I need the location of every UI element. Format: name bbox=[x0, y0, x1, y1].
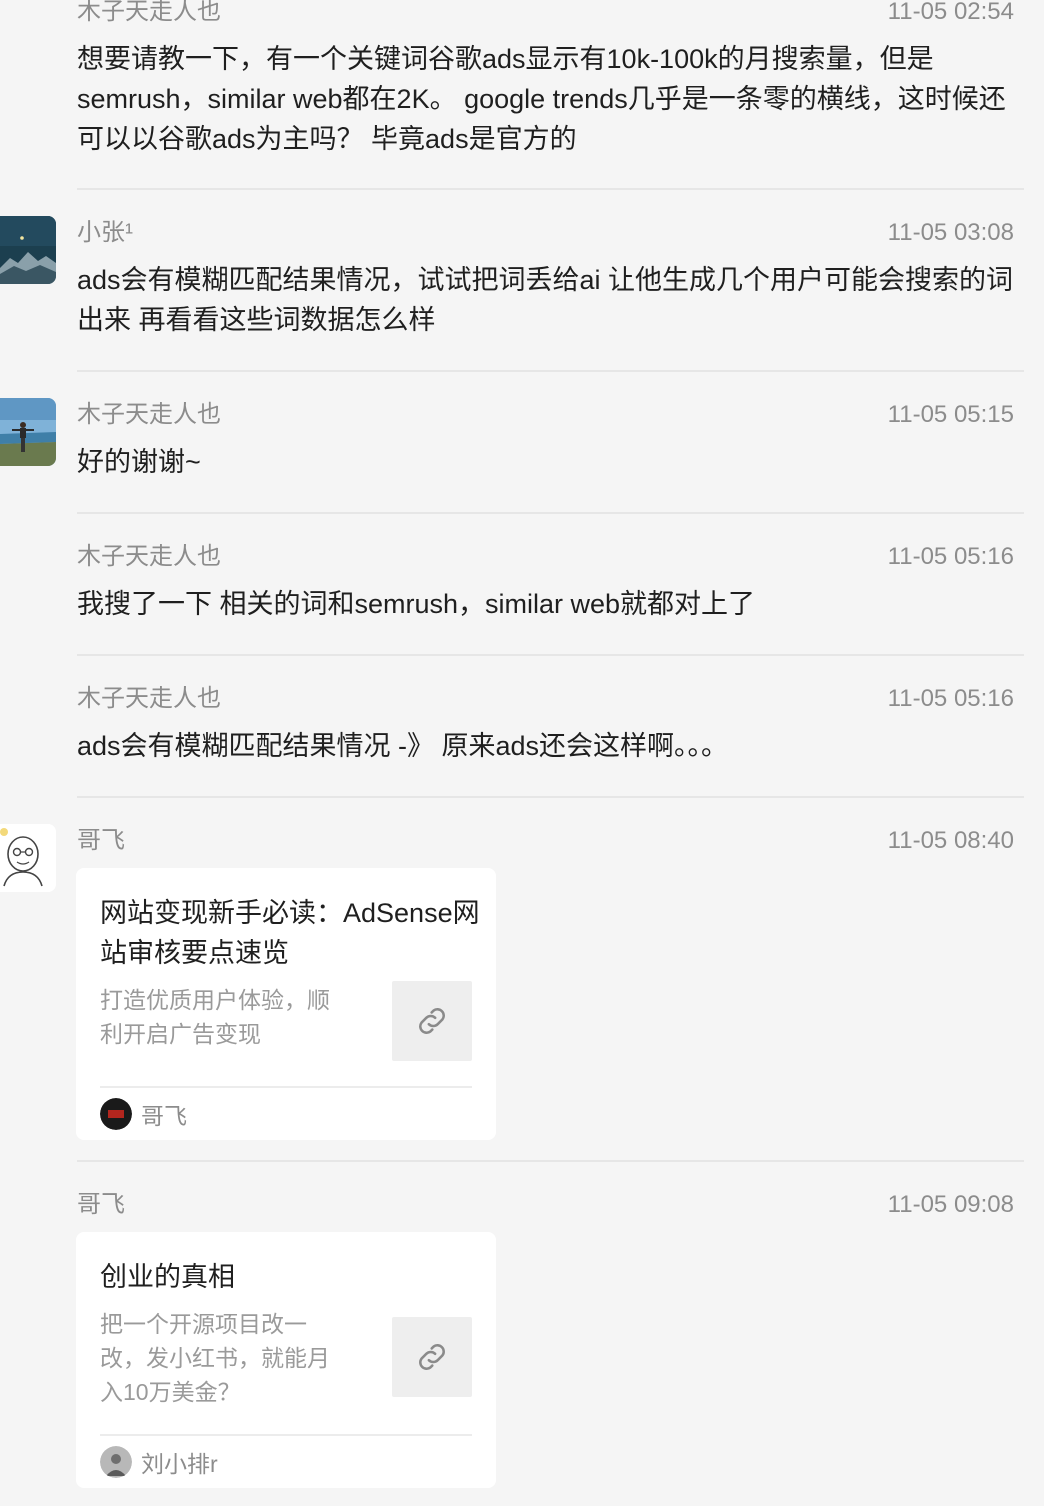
author-name: 刘小排r bbox=[141, 1451, 218, 1477]
card-title: 网站变现新手必读：AdSense网站审核要点速览 bbox=[100, 898, 480, 968]
link-icon bbox=[419, 1008, 445, 1034]
card-author[interactable]: 刘小排r bbox=[100, 1446, 218, 1478]
message-time: 11-05 09:08 bbox=[887, 1191, 1014, 1218]
avatar[interactable] bbox=[0, 824, 56, 892]
sender-name[interactable]: 木子天走人也 bbox=[77, 684, 221, 714]
message-divider bbox=[77, 796, 1024, 798]
link-card[interactable]: 创业的真相 把一个开源项目改一改，发小红书，就能月入10万美金？ 刘小排r bbox=[76, 1232, 496, 1488]
message-divider bbox=[77, 370, 1024, 372]
link-icon bbox=[419, 1344, 445, 1370]
card-description: 把一个开源项目改一改，发小红书，就能月入10万美金？ bbox=[100, 1311, 330, 1405]
author-logo-image bbox=[100, 1098, 132, 1130]
card-divider bbox=[100, 1086, 472, 1088]
message-divider bbox=[77, 188, 1024, 190]
message-time: 11-05 05:16 bbox=[887, 685, 1014, 712]
message-divider bbox=[77, 1160, 1024, 1162]
author-photo-image bbox=[100, 1446, 132, 1478]
night-mountain-avatar-image bbox=[0, 216, 56, 284]
avatar[interactable] bbox=[0, 398, 56, 466]
card-author[interactable]: 哥飞 bbox=[100, 1098, 187, 1130]
card-thumbnail bbox=[392, 1317, 472, 1397]
message-time: 11-05 03:08 bbox=[887, 219, 1014, 246]
author-avatar bbox=[100, 1446, 132, 1478]
message-time: 11-05 05:16 bbox=[887, 543, 1014, 570]
message-time: 11-05 05:15 bbox=[887, 401, 1014, 428]
sender-name[interactable]: 木子天走人也 bbox=[77, 400, 221, 430]
sender-name[interactable]: 哥飞 bbox=[77, 1190, 125, 1220]
card-title: 创业的真相 bbox=[100, 1262, 235, 1292]
author-avatar bbox=[100, 1098, 132, 1130]
cartoon-face-avatar-image bbox=[0, 824, 56, 892]
sender-name[interactable]: 哥飞 bbox=[77, 826, 125, 856]
chat-feed: 木子天走人也 11-05 02:54 想要请教一下，有一个关键词谷歌ads显示有… bbox=[0, 0, 1044, 1506]
message-text: ads会有模糊匹配结果情况 -》 原来ads还会这样啊。。。 bbox=[77, 731, 729, 761]
message-divider bbox=[77, 654, 1024, 656]
message-text: 我搜了一下 相关的词和semrush，similar web就都对上了 bbox=[77, 589, 756, 619]
sender-name[interactable]: 木子天走人也 bbox=[77, 542, 221, 572]
link-card[interactable]: 网站变现新手必读：AdSense网站审核要点速览 打造优质用户体验，顺利开启广告… bbox=[76, 868, 496, 1140]
avatar[interactable] bbox=[0, 216, 56, 284]
message-text: ads会有模糊匹配结果情况，试试把词丢给ai 让他生成几个用户可能会搜索的词出来… bbox=[77, 265, 1014, 335]
sender-name[interactable]: 木子天走人也 bbox=[77, 0, 221, 27]
message-time: 11-05 02:54 bbox=[887, 0, 1014, 25]
message-time: 11-05 08:40 bbox=[887, 827, 1014, 854]
message-text: 想要请教一下，有一个关键词谷歌ads显示有10k-100k的月搜索量，但是sem… bbox=[77, 44, 1006, 154]
sender-name[interactable]: 小张¹ bbox=[77, 218, 133, 248]
card-thumbnail bbox=[392, 981, 472, 1061]
message-divider bbox=[77, 512, 1024, 514]
card-description: 打造优质用户体验，顺利开启广告变现 bbox=[100, 987, 330, 1047]
author-name: 哥飞 bbox=[141, 1103, 187, 1129]
message-text: 好的谢谢~ bbox=[77, 447, 201, 477]
card-divider bbox=[100, 1434, 472, 1436]
person-lakeside-avatar-image bbox=[0, 398, 56, 466]
